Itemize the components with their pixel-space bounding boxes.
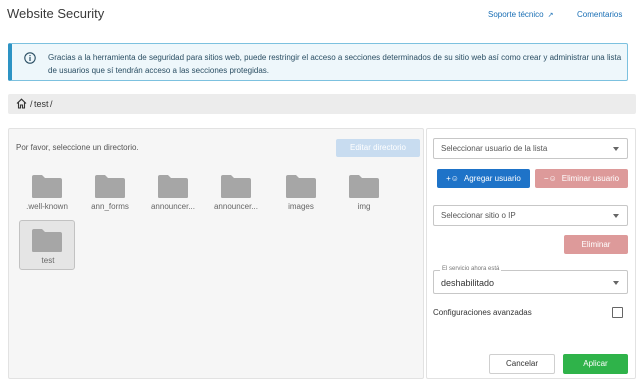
user-select[interactable]: Seleccionar usuario de la lista	[433, 138, 628, 159]
folder-label: test	[41, 256, 55, 265]
advanced-settings-label: Configuraciones avanzadas	[433, 308, 532, 317]
folder-icon	[221, 175, 251, 198]
folder-test[interactable]: test	[19, 220, 75, 270]
breadcrumb-item-test[interactable]: test	[34, 99, 49, 109]
folder-icon	[349, 175, 379, 198]
service-status-select[interactable]: El servicio ahora está deshabilitado	[433, 266, 628, 294]
edit-directory-button[interactable]: Editar directorio	[336, 139, 420, 157]
remove-site-button[interactable]: Eliminar	[564, 235, 628, 254]
apply-button[interactable]: Aplicar	[563, 354, 628, 374]
folder-icon	[32, 175, 62, 198]
remove-user-button[interactable]: −☺ Eliminar usuario	[535, 169, 628, 188]
folder-announcer-2[interactable]: announcer...	[208, 167, 264, 217]
header: Website Security Soporte técnico ↗ Coment…	[0, 0, 640, 30]
add-user-icon: +☺	[446, 174, 459, 183]
folder-img[interactable]: img	[336, 167, 392, 217]
folder-icon	[95, 175, 125, 198]
folder-label: announcer...	[213, 202, 259, 211]
support-link-label: Soporte técnico	[488, 10, 544, 19]
info-icon	[24, 52, 36, 64]
folder-ann-forms[interactable]: ann_forms	[82, 167, 138, 217]
info-text: Gracias a la herramienta de seguridad pa…	[48, 53, 622, 75]
directory-panel: Por favor, seleccione un directorio. Edi…	[8, 128, 424, 379]
remove-user-icon: −☺	[543, 174, 557, 183]
folder-well-known[interactable]: .well-known	[19, 167, 75, 217]
folder-label: img	[357, 202, 371, 211]
home-icon[interactable]	[16, 98, 27, 109]
cancel-button[interactable]: Cancelar	[489, 354, 555, 374]
add-user-button[interactable]: +☺ Agregar usuario	[437, 169, 530, 188]
folder-label: images	[288, 202, 314, 211]
folder-images[interactable]: images	[273, 167, 329, 217]
support-link[interactable]: Soporte técnico ↗	[488, 10, 553, 19]
breadcrumb: / test /	[8, 94, 636, 114]
service-status-legend: El servicio ahora está	[440, 266, 502, 272]
breadcrumb-separator: /	[50, 99, 53, 109]
folder-announcer-1[interactable]: announcer...	[145, 167, 201, 217]
folder-label: ann_forms	[91, 202, 129, 211]
settings-panel: Seleccionar usuario de la lista +☺ Agrega…	[426, 128, 636, 379]
advanced-settings-checkbox[interactable]	[612, 307, 623, 318]
app-title: Website Security	[7, 6, 105, 21]
site-select-placeholder: Seleccionar sitio o IP	[441, 211, 516, 220]
breadcrumb-separator: /	[30, 99, 33, 109]
folder-icon	[158, 175, 188, 198]
chevron-down-icon	[613, 147, 619, 151]
site-select[interactable]: Seleccionar sitio o IP	[433, 205, 628, 226]
add-user-label: Agregar usuario	[463, 174, 521, 183]
remove-user-label: Eliminar usuario	[561, 174, 620, 183]
service-status-value: deshabilitado	[441, 278, 495, 288]
folder-icon	[32, 229, 62, 252]
external-link-icon: ↗	[547, 12, 554, 19]
info-banner: Gracias a la herramienta de seguridad pa…	[8, 43, 628, 81]
chevron-down-icon	[613, 281, 619, 285]
directory-prompt: Por favor, seleccione un directorio.	[16, 143, 139, 152]
chevron-down-icon	[613, 214, 619, 218]
folder-icon	[286, 175, 316, 198]
folder-label: announcer...	[150, 202, 196, 211]
folder-label: .well-known	[26, 202, 68, 211]
comments-link[interactable]: Comentarios	[577, 10, 622, 19]
user-select-placeholder: Seleccionar usuario de la lista	[441, 144, 548, 153]
